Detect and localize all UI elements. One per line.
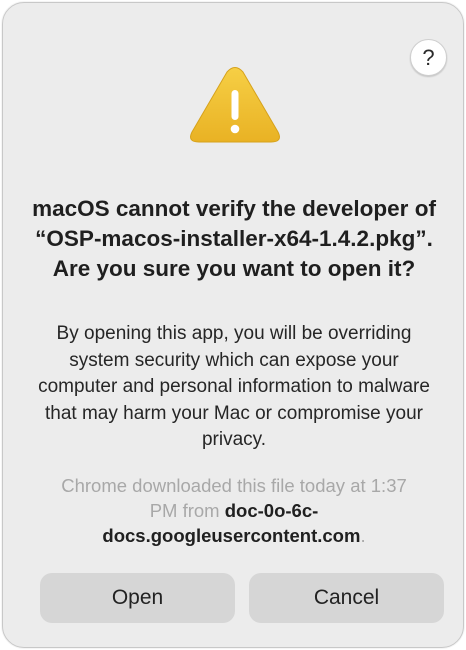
security-warning-dialog: ? macOS cannot verify the developer of “…: [2, 2, 464, 648]
open-button[interactable]: Open: [40, 573, 235, 623]
help-icon: ?: [422, 44, 435, 70]
help-button[interactable]: ?: [410, 39, 447, 76]
warning-triangle-icon: [190, 67, 280, 143]
dialog-body: By opening this app, you will be overrid…: [38, 323, 430, 450]
download-source-suffix: .: [360, 525, 366, 546]
open-button-label: Open: [111, 586, 164, 609]
dialog-headline: macOS cannot verify the developer of “OS…: [32, 196, 436, 281]
download-source-host: doc-0o-6c-docs.googleusercontent.com: [102, 500, 361, 546]
cancel-button-label: Cancel: [313, 586, 380, 609]
cancel-button[interactable]: Cancel: [249, 573, 444, 623]
download-source-text: Chrome downloaded this file today at 1:3…: [47, 473, 421, 548]
